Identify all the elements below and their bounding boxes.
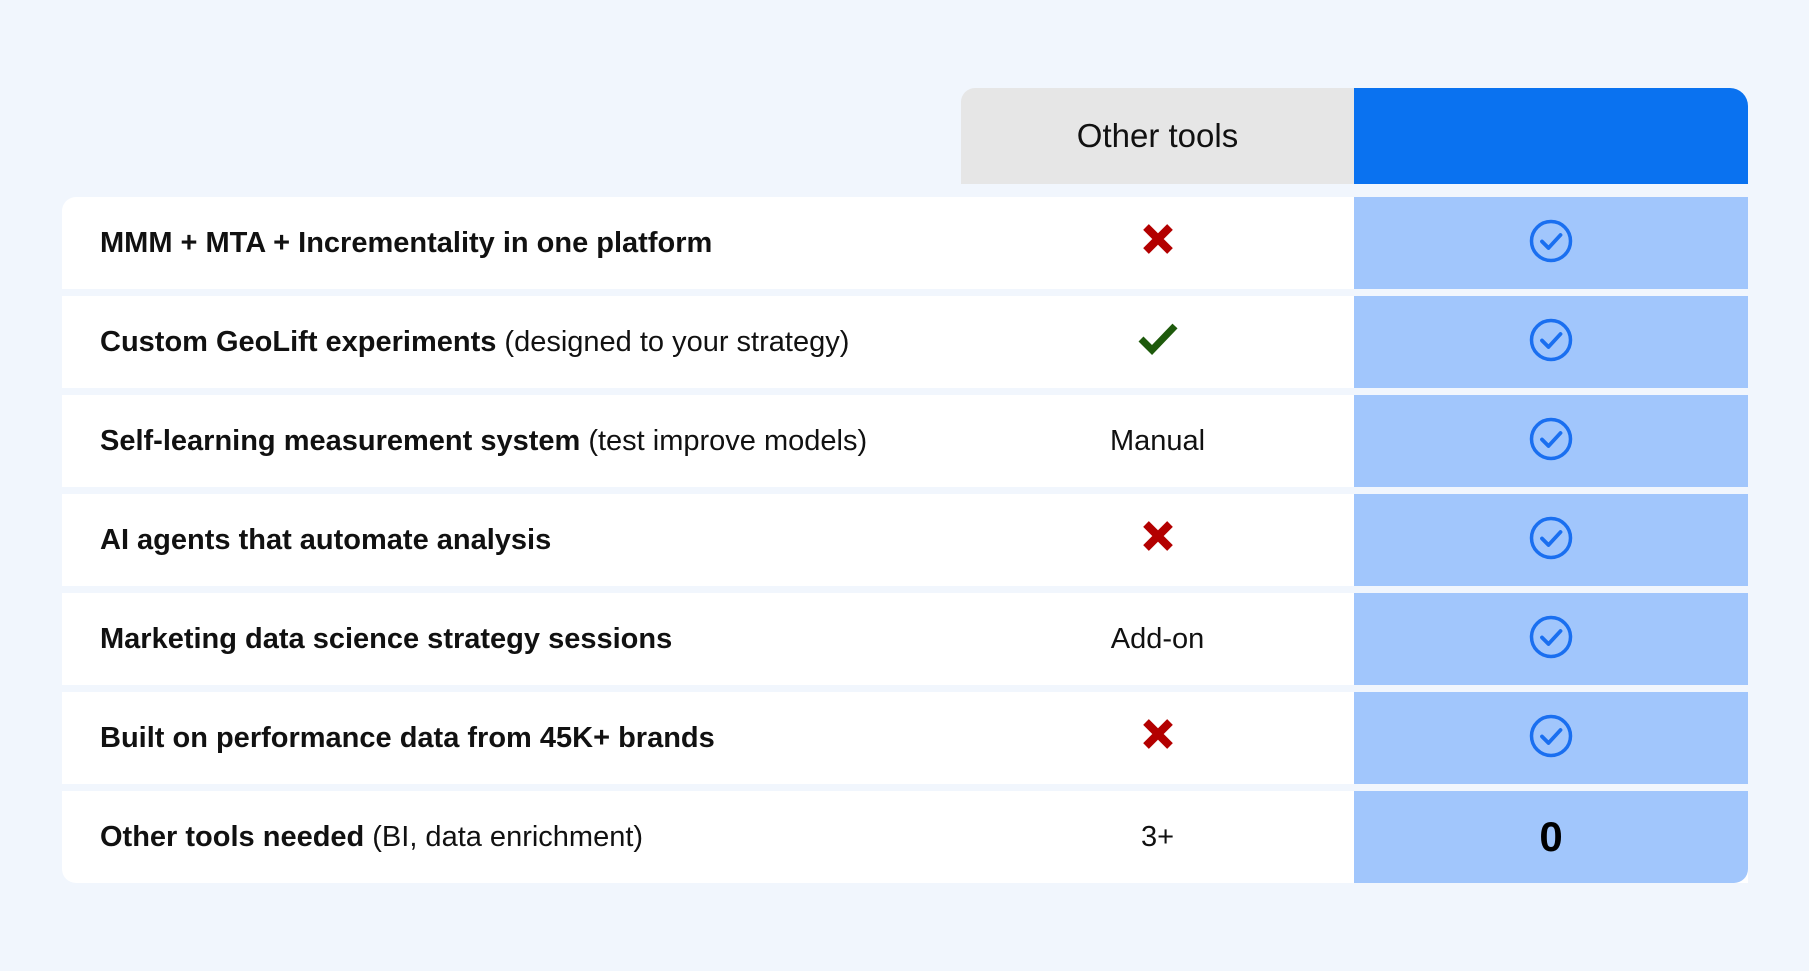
other-tools-value: Add-on — [1110, 622, 1205, 655]
other-tools-cell — [961, 296, 1354, 388]
check-circle-icon — [1528, 515, 1574, 566]
feature-note: (test improve models) — [588, 424, 868, 457]
feature-cell: Self-learning measurement system (test im… — [62, 395, 961, 487]
cross-icon — [1139, 517, 1177, 563]
table-row: Self-learning measurement system (test im… — [62, 395, 1748, 487]
table-row: Built on performance data from 45K+ bran… — [62, 692, 1748, 784]
cross-icon — [1139, 715, 1177, 761]
table-row: Marketing data science strategy sessions… — [62, 593, 1748, 685]
header-brand — [1354, 88, 1748, 184]
header-other-tools: Other tools — [961, 88, 1354, 184]
table-body: MMM + MTA + Incrementality in one platfo… — [62, 197, 1748, 883]
feature-label: AI agents that automate analysis — [100, 523, 552, 556]
brand-cell: 0 — [1354, 791, 1748, 883]
table-header: Other tools — [62, 88, 1748, 184]
feature-cell: MMM + MTA + Incrementality in one platfo… — [62, 197, 961, 289]
comparison-table: Other tools MMM + MTA + Incrementality i… — [62, 88, 1748, 883]
brand-value: 0 — [1539, 813, 1563, 860]
feature-label: Built on performance data from 45K+ bran… — [100, 721, 715, 754]
feature-note: (designed to your strategy) — [504, 325, 850, 358]
table-row: Custom GeoLift experiments (designed to y… — [62, 296, 1748, 388]
feature-cell: Marketing data science strategy sessions — [62, 593, 961, 685]
check-circle-icon — [1528, 416, 1574, 467]
header-spacer — [62, 88, 961, 184]
table-row: Other tools needed (BI, data enrichment) 3… — [62, 791, 1748, 883]
feature-cell: Other tools needed (BI, data enrichment) — [62, 791, 961, 883]
feature-cell: Built on performance data from 45K+ bran… — [62, 692, 961, 784]
brand-cell — [1354, 593, 1748, 685]
other-tools-value: 3+ — [1140, 820, 1175, 853]
check-circle-icon — [1528, 614, 1574, 665]
other-tools-cell — [961, 197, 1354, 289]
cross-icon — [1139, 220, 1177, 266]
brand-cell — [1354, 296, 1748, 388]
check-circle-icon — [1528, 218, 1574, 269]
table-row: MMM + MTA + Incrementality in one platfo… — [62, 197, 1748, 289]
other-tools-cell: Add-on — [961, 593, 1354, 685]
other-tools-cell — [961, 494, 1354, 586]
feature-label: Other tools needed — [100, 820, 365, 853]
brand-cell — [1354, 197, 1748, 289]
feature-label: Custom GeoLift experiments — [100, 325, 497, 358]
check-circle-icon — [1528, 317, 1574, 368]
feature-note: (BI, data enrichment) — [372, 820, 644, 853]
feature-cell: Custom GeoLift experiments (designed to y… — [62, 296, 961, 388]
other-tools-value: Manual — [1109, 424, 1206, 457]
table-row: AI agents that automate analysis — [62, 494, 1748, 586]
feature-label: Marketing data science strategy sessions — [100, 622, 673, 655]
comparison-page: Other tools MMM + MTA + Incrementality i… — [0, 0, 1809, 971]
feature-cell: AI agents that automate analysis — [62, 494, 961, 586]
feature-label: Self-learning measurement system — [100, 424, 581, 457]
check-circle-icon — [1528, 713, 1574, 764]
brand-cell — [1354, 494, 1748, 586]
brand-cell — [1354, 395, 1748, 487]
other-tools-cell: 3+ — [961, 791, 1354, 883]
other-tools-cell: Manual — [961, 395, 1354, 487]
brand-cell — [1354, 692, 1748, 784]
other-tools-cell — [961, 692, 1354, 784]
checkmark-icon — [1138, 321, 1178, 363]
feature-label: MMM + MTA + Incrementality in one platfo… — [100, 226, 713, 259]
